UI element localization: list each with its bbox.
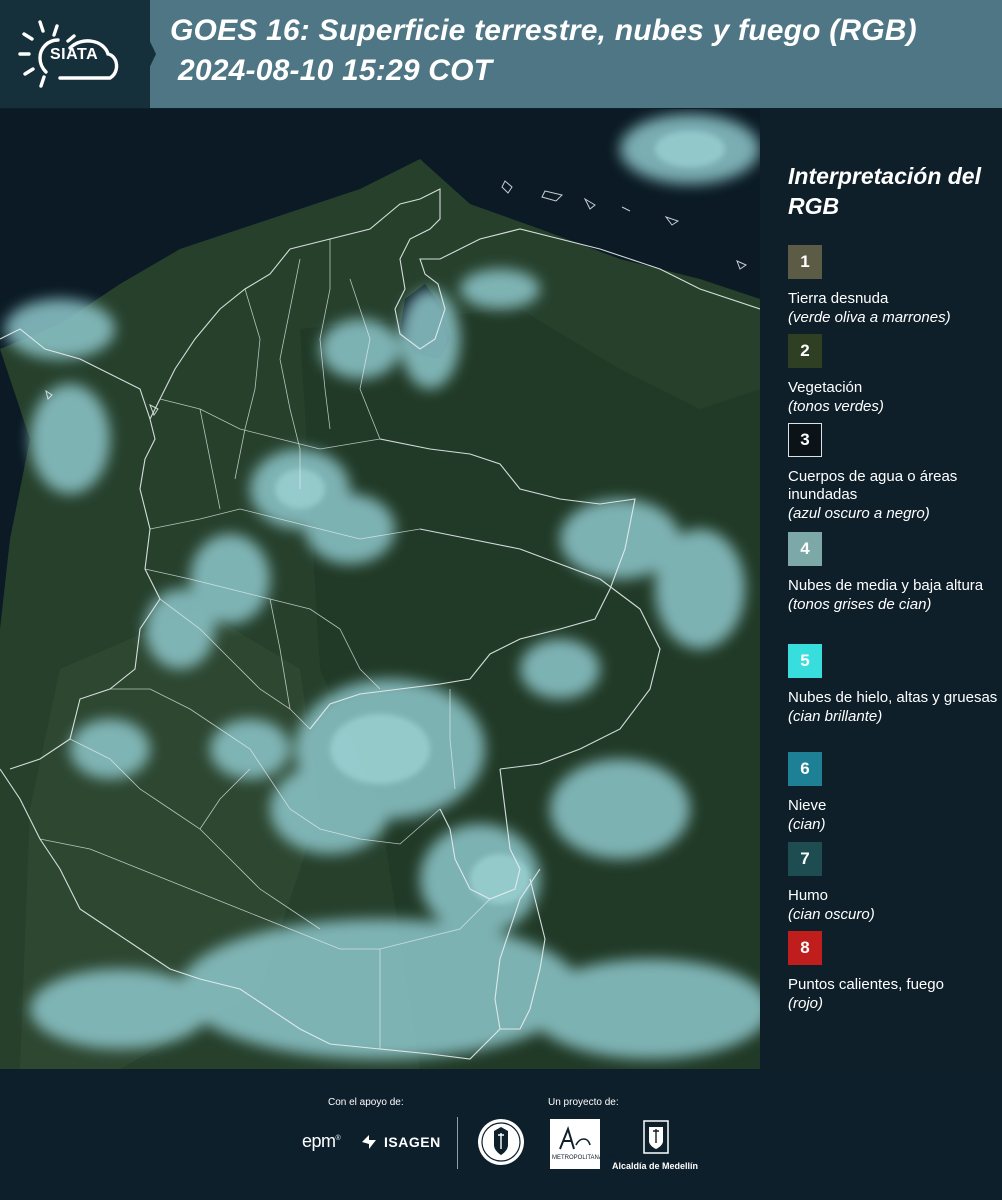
satellite-image [0, 109, 760, 1069]
legend-label: Puntos calientes, fuego [788, 976, 944, 993]
support-label: Con el apoyo de: [328, 1097, 404, 1108]
project-label: Un proyecto de: [548, 1097, 619, 1108]
isagen-wordmark: ISAGEN [384, 1134, 441, 1150]
epm-logo[interactable]: epm® [302, 1131, 341, 1152]
legend-item-low-clouds: 4 Nubes de media y baja altura (tonos gr… [788, 532, 998, 614]
legend-label: Humo [788, 887, 829, 904]
legend-swatch: 8 [788, 931, 822, 965]
isagen-mark-icon [362, 1135, 376, 1149]
header-chevron [122, 0, 156, 108]
legend-panel: Interpretación del RGB 1 Tierra desnuda … [760, 109, 1002, 1069]
area-metropolitana-logo[interactable] [550, 1119, 600, 1169]
legend-swatch: 3 [788, 423, 822, 457]
legend-sublabel: (tonos grises de cian) [788, 596, 932, 613]
legend-item-bare-soil: 1 Tierra desnuda (verde oliva a marrones… [788, 245, 998, 327]
satellite-map[interactable] [0, 109, 760, 1069]
legend-title: Interpretación del RGB [788, 163, 981, 219]
header-bar: SIATA GOES 16: Superficie terrestre, nub… [0, 0, 1002, 108]
legend-sublabel: (verde oliva a marrones) [788, 309, 951, 326]
legend-swatch: 7 [788, 842, 822, 876]
legend-sublabel: (rojo) [788, 995, 824, 1012]
epm-wordmark: epm [302, 1131, 336, 1151]
legend-swatch: 2 [788, 334, 822, 368]
legend-label: Vegetación [788, 379, 863, 396]
alcaldia-label: Alcaldía de Medellín [612, 1161, 699, 1171]
footer-divider [457, 1117, 458, 1169]
legend-sublabel: (tonos verdes) [788, 398, 884, 415]
logo-wordmark: SIATA [50, 46, 99, 63]
legend-item-fire: 8 Puntos calientes, fuego (rojo) [788, 931, 998, 1013]
legend-swatch: 4 [788, 532, 822, 566]
legend-sublabel: (cian brillante) [788, 708, 883, 725]
legend-label: Nubes de media y baja altura [788, 577, 984, 594]
legend-swatch: 1 [788, 245, 822, 279]
legend-item-water: 3 Cuerpos de agua o áreas inundadas (azu… [788, 423, 998, 523]
legend-item-snow: 6 Nieve (cian) [788, 752, 998, 834]
legend-item-smoke: 7 Humo (cian oscuro) [788, 842, 998, 924]
legend-sublabel: (cian oscuro) [788, 906, 875, 923]
legend-item-vegetation: 2 Vegetación (tonos verdes) [788, 334, 998, 416]
legend-swatch: 5 [788, 644, 822, 678]
legend-label: Cuerpos de agua o áreas inundadas [788, 468, 958, 503]
trademark-icon: ® [335, 1135, 341, 1142]
legend-label: Tierra desnuda [788, 290, 889, 307]
legend-label: Nieve [788, 797, 827, 814]
legend-item-ice-clouds: 5 Nubes de hielo, altas y gruesas (cian … [788, 644, 998, 726]
legend-label: Nubes de hielo, altas y gruesas [788, 689, 998, 706]
isagen-logo[interactable]: ISAGEN [360, 1133, 441, 1151]
legend-sublabel: (cian) [788, 816, 826, 833]
page-timestamp: 2024-08-10 15:29 COT [178, 54, 493, 87]
university-seal-icon[interactable] [476, 1117, 526, 1167]
footer: Con el apoyo de: Un proyecto de: epm® IS… [0, 1069, 1002, 1200]
legend-sublabel: (azul oscuro a negro) [788, 505, 930, 522]
page-title: GOES 16: Superficie terrestre, nubes y f… [170, 14, 917, 47]
legend-swatch: 6 [788, 752, 822, 786]
alcaldia-crest-icon[interactable] [642, 1119, 670, 1155]
